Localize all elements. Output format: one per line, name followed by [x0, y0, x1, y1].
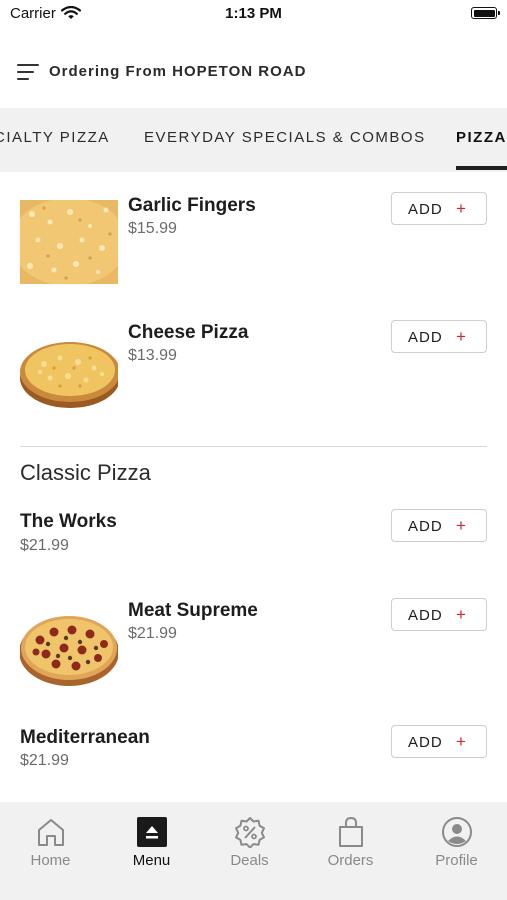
active-tab-indicator	[456, 166, 507, 170]
nav-home[interactable]: Home	[0, 802, 101, 900]
add-cheese-pizza-button[interactable]: ADD +	[391, 320, 487, 353]
battery-icon	[471, 7, 500, 19]
item-price: $15.99	[128, 220, 177, 237]
add-the-works-button[interactable]: ADD +	[391, 509, 487, 542]
plus-icon: +	[456, 327, 467, 346]
item-name: Mediterranean	[20, 727, 150, 748]
meat-supreme-image	[20, 604, 118, 688]
plus-icon: +	[456, 516, 467, 535]
item-price: $21.99	[128, 625, 177, 642]
bottom-navigation: Home Menu Deals Orders Profile	[0, 802, 507, 900]
tab-specialty-pizza[interactable]: CIALTY PIZZA	[0, 129, 110, 146]
cheese-pizza-image	[20, 328, 118, 412]
status-bar: Carrier 1:13 PM	[0, 0, 507, 30]
add-label: ADD	[408, 734, 443, 751]
deals-icon	[234, 817, 265, 848]
nav-label: Profile	[435, 852, 478, 869]
nav-profile[interactable]: Profile	[406, 802, 507, 900]
category-tabs: CIALTY PIZZA EVERYDAY SPECIALS & COMBOS …	[0, 108, 507, 172]
orders-bag-icon	[338, 816, 363, 847]
tab-everyday-specials-combos[interactable]: EVERYDAY SPECIALS & COMBOS	[144, 129, 426, 146]
item-name: Garlic Fingers	[128, 195, 256, 216]
plus-icon: +	[456, 605, 467, 624]
filter-lines-icon[interactable]	[17, 64, 39, 80]
menu-list: Garlic Fingers $15.99 ADD + Cheese Pizza…	[0, 172, 507, 802]
nav-label: Deals	[230, 852, 269, 869]
nav-label: Menu	[132, 852, 171, 869]
item-name: The Works	[20, 511, 117, 532]
add-label: ADD	[408, 329, 443, 346]
nav-menu[interactable]: Menu	[101, 802, 202, 900]
plus-icon: +	[456, 732, 467, 751]
clock: 1:13 PM	[225, 5, 282, 22]
garlic-fingers-image	[20, 200, 118, 284]
nav-orders[interactable]: Orders	[300, 802, 401, 900]
add-meat-supreme-button[interactable]: ADD +	[391, 598, 487, 631]
item-price: $21.99	[20, 752, 69, 769]
section-divider	[20, 446, 487, 447]
add-label: ADD	[408, 518, 443, 535]
header: Ordering From HOPETON ROAD	[0, 50, 507, 94]
add-garlic-fingers-button[interactable]: ADD +	[391, 192, 487, 225]
item-name: Meat Supreme	[128, 600, 258, 621]
item-price: $13.99	[128, 347, 177, 364]
item-name: Cheese Pizza	[128, 322, 249, 343]
menu-icon	[136, 817, 167, 847]
tab-pizza[interactable]: PIZZA	[456, 129, 507, 146]
home-icon	[37, 819, 64, 846]
add-mediterranean-button[interactable]: ADD +	[391, 725, 487, 758]
ordering-location-title[interactable]: Ordering From HOPETON ROAD	[49, 63, 306, 80]
nav-label: Orders	[327, 852, 374, 869]
item-price: $21.99	[20, 537, 69, 554]
nav-deals[interactable]: Deals	[199, 802, 300, 900]
add-label: ADD	[408, 201, 443, 218]
section-title-classic-pizza: Classic Pizza	[20, 460, 151, 485]
plus-icon: +	[456, 199, 467, 218]
profile-icon	[441, 817, 472, 847]
nav-label: Home	[30, 852, 71, 869]
add-label: ADD	[408, 607, 443, 624]
